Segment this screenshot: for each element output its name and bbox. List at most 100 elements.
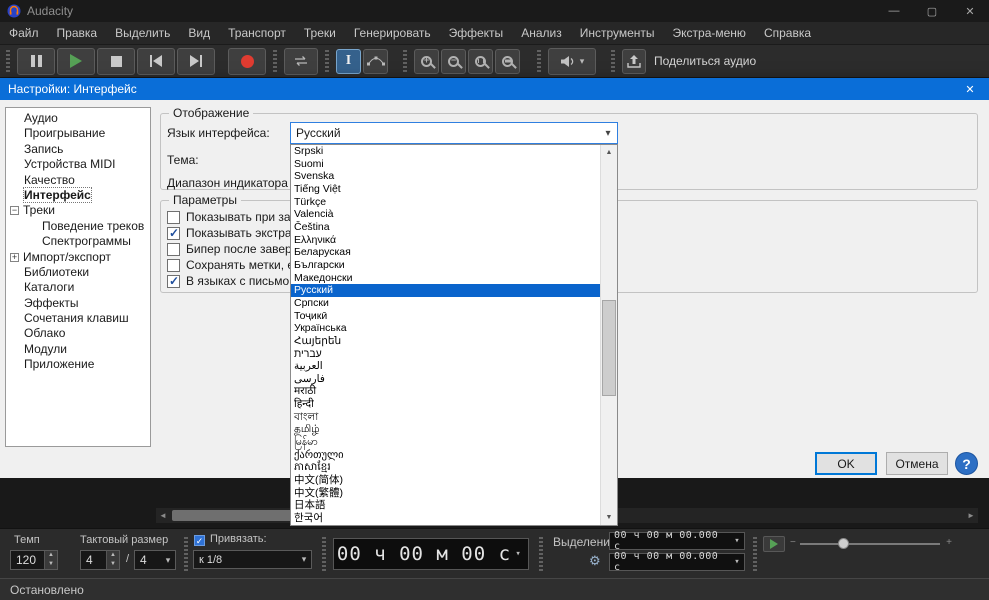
toolbar-grip[interactable] (273, 50, 277, 72)
dropdown-scrollbar[interactable]: ▲ ▼ (600, 145, 617, 525)
language-option[interactable]: Беларуская (291, 246, 600, 259)
language-option[interactable]: Čeština (291, 221, 600, 234)
tree-item-application[interactable]: Приложение (6, 357, 150, 372)
menu-extra[interactable]: Экстра-меню (664, 22, 755, 44)
tree-item-import-export[interactable]: +Импорт/экспорт (6, 250, 150, 265)
language-option[interactable]: Türkçe (291, 196, 600, 209)
record-button[interactable] (228, 48, 266, 75)
menu-analyze[interactable]: Анализ (512, 22, 571, 44)
slider-track[interactable] (800, 543, 940, 545)
language-option[interactable]: मराठी (291, 385, 600, 398)
language-option[interactable]: Հայերեն (291, 335, 600, 348)
scrollbar-thumb[interactable] (602, 300, 616, 396)
time-signature-lower[interactable]: 4 ▾ (134, 550, 176, 570)
menu-tracks[interactable]: Треки (295, 22, 345, 44)
zoom-toggle-button[interactable] (495, 49, 520, 74)
scroll-up-icon[interactable]: ▲ (601, 145, 617, 160)
tree-item-cloud[interactable]: Облако (6, 326, 150, 341)
language-option[interactable]: 中文(繁體) (291, 487, 600, 500)
skip-start-button[interactable] (137, 48, 175, 75)
language-option[interactable]: မြန်မာ (291, 436, 600, 449)
tree-item-track-behaviors[interactable]: Поведение треков (6, 219, 150, 234)
menu-help[interactable]: Справка (755, 22, 820, 44)
language-option[interactable]: Українська (291, 322, 600, 335)
language-option[interactable]: Svenska (291, 170, 600, 183)
scroll-down-icon[interactable]: ▼ (601, 510, 617, 525)
language-option[interactable]: Tiếng Việt (291, 183, 600, 196)
language-combobox[interactable]: Русский ▾ (290, 122, 618, 144)
tree-expand-icon[interactable]: + (10, 253, 19, 262)
dialog-close-button[interactable]: ✕ (951, 78, 989, 100)
maximize-button[interactable]: ▢ (913, 0, 951, 22)
scroll-left-icon[interactable]: ◄ (156, 511, 170, 520)
toolbar-grip[interactable] (537, 50, 541, 72)
zoom-out-button[interactable]: − (441, 49, 466, 74)
toolbar-grip[interactable] (403, 50, 407, 72)
language-option[interactable]: বাংলা (291, 411, 600, 424)
audio-position-display[interactable]: 00 ч 00 м 00 с ▾ (333, 538, 529, 570)
tree-collapse-icon[interactable]: − (10, 206, 19, 215)
audacity-logo-icon[interactable] (7, 4, 21, 18)
selection-tool-button[interactable]: I (336, 49, 361, 74)
toolbar-grip[interactable] (539, 537, 543, 571)
language-option[interactable]: Srpski (291, 145, 600, 158)
tree-item-playback[interactable]: Проигрывание (6, 126, 150, 141)
language-option[interactable]: हिन्दी (291, 398, 600, 411)
stop-button[interactable] (97, 48, 135, 75)
menu-file[interactable]: Файл (0, 22, 48, 44)
envelope-tool-button[interactable] (363, 49, 388, 74)
tree-item-recording[interactable]: Запись (6, 142, 150, 157)
tree-item-tracks[interactable]: −Треки (6, 203, 150, 218)
skip-end-button[interactable] (177, 48, 215, 75)
menu-transport[interactable]: Транспорт (219, 22, 295, 44)
menu-view[interactable]: Вид (179, 22, 219, 44)
selection-end-display[interactable]: 00 ч 00 м 00.000 с ▾ (609, 553, 745, 571)
tempo-input[interactable]: 120 ▲▼ (10, 550, 58, 570)
toolbar-grip[interactable] (322, 537, 326, 571)
menu-effects[interactable]: Эффекты (440, 22, 513, 44)
language-option[interactable]: ភាសាខ្មែរ (291, 461, 600, 474)
play-button[interactable] (57, 48, 95, 75)
language-option[interactable]: Ελληνικά (291, 234, 600, 247)
time-signature-upper[interactable]: 4 ▲▼ (80, 550, 120, 570)
tree-item-libraries[interactable]: Библиотеки (6, 265, 150, 280)
tree-item-audio[interactable]: Аудио (6, 111, 150, 126)
toolbar-grip[interactable] (753, 537, 757, 571)
tree-item-midi-devices[interactable]: Устройства MIDI (6, 157, 150, 172)
tree-item-spectrograms[interactable]: Спектрограммы (6, 234, 150, 249)
language-option[interactable]: فارسی (291, 373, 600, 386)
tree-item-modules[interactable]: Модули (6, 342, 150, 357)
language-option[interactable]: 日本語 (291, 499, 600, 512)
help-button[interactable]: ? (955, 452, 978, 475)
language-option[interactable]: Тоҷикӣ (291, 310, 600, 323)
tempo-spinner[interactable]: ▲▼ (44, 551, 57, 569)
tree-item-directories[interactable]: Каталоги (6, 280, 150, 295)
gear-icon[interactable]: ⚙ (589, 553, 601, 569)
pause-button[interactable] (17, 48, 55, 75)
loop-button[interactable] (284, 48, 318, 75)
toolbar-grip[interactable] (325, 50, 329, 72)
tree-item-quality[interactable]: Качество (6, 173, 150, 188)
language-option[interactable]: Valencià (291, 208, 600, 221)
tree-item-effects[interactable]: Эффекты (6, 296, 150, 311)
language-option[interactable]: Български (291, 259, 600, 272)
scroll-right-icon[interactable]: ► (964, 511, 978, 520)
menu-tools[interactable]: Инструменты (571, 22, 664, 44)
selection-start-display[interactable]: 00 ч 00 м 00.000 с ▾ (609, 532, 745, 550)
toolbar-grip[interactable] (611, 50, 615, 72)
zoom-selection-button[interactable] (468, 49, 493, 74)
ok-button[interactable]: OK (815, 452, 877, 475)
language-option-selected[interactable]: Русский (291, 284, 600, 297)
menu-edit[interactable]: Правка (48, 22, 107, 44)
audio-setup-button[interactable]: ▾ (548, 48, 596, 75)
language-option[interactable]: Српски (291, 297, 600, 310)
share-audio-button[interactable]: Поделиться аудио (621, 49, 756, 74)
snap-select[interactable]: к 1/8 ▾ (193, 550, 312, 569)
cancel-button[interactable]: Отмена (886, 452, 948, 475)
tree-item-keyboard[interactable]: Сочетания клавиш (6, 311, 150, 326)
zoom-in-button[interactable]: + (414, 49, 439, 74)
language-option[interactable]: 中文(简体) (291, 474, 600, 487)
slider-thumb[interactable] (838, 538, 849, 549)
language-option[interactable]: Македонски (291, 272, 600, 285)
language-option[interactable]: தமிழ் (291, 423, 600, 436)
